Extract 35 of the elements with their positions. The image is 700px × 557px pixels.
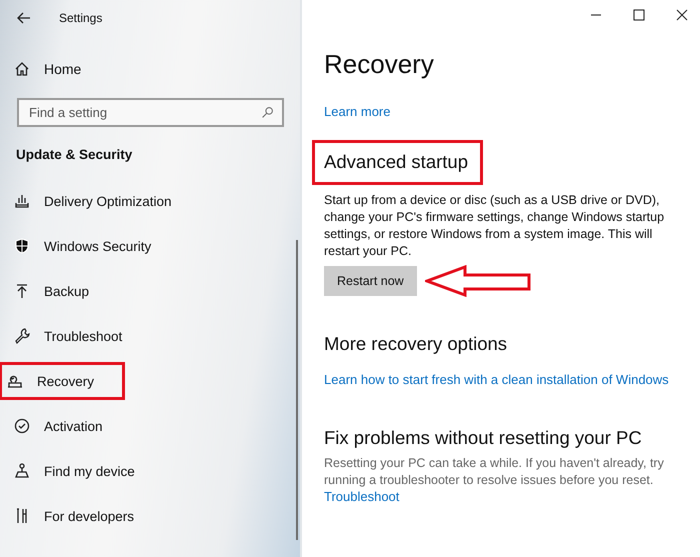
recovery-icon <box>7 373 23 389</box>
section-description: Start up from a device or disc (such as a USB drive or DVD), change your PC's firmware settings, change Windows startup settings, or restore Windows from a system image. This will restart your PC. <box>324 192 666 260</box>
tray-icon <box>14 193 30 209</box>
home-nav-item[interactable]: Home <box>0 53 94 85</box>
search-field[interactable]: Find a setting <box>17 98 284 127</box>
check-circle-icon <box>14 418 30 434</box>
maximize-icon[interactable] <box>633 9 645 21</box>
back-arrow-icon[interactable] <box>16 10 32 26</box>
scrollbar[interactable] <box>296 240 298 540</box>
page-title: Recovery <box>324 49 435 80</box>
sidebar-item[interactable]: Troubleshoot <box>0 320 134 352</box>
shield-icon <box>14 238 30 254</box>
sidebar-item[interactable]: Find my device <box>0 455 147 487</box>
section-heading: Advanced startup <box>315 143 480 182</box>
wrench-icon <box>14 328 30 344</box>
upload-icon <box>14 283 30 299</box>
learn-more-link[interactable]: Learn more <box>324 104 700 119</box>
sidebar-item[interactable]: Recovery <box>2 365 122 397</box>
section-link[interactable]: Troubleshoot <box>324 489 700 504</box>
section-link[interactable]: Learn how to start fresh with a clean installation of Windows <box>324 372 700 387</box>
close-icon[interactable] <box>676 9 688 21</box>
sidebar-item[interactable]: For developers <box>0 500 146 532</box>
sidebar-item[interactable]: Backup <box>0 275 102 307</box>
section-description: Resetting your PC can take a while. If you haven't already, try running a troubleshooter to resolve issues before you reset. <box>324 455 665 489</box>
window-title: Settings <box>59 11 102 25</box>
sidebar-item[interactable]: Activation <box>0 410 115 442</box>
restart-button[interactable]: Restart now <box>324 266 417 296</box>
person-icon <box>14 463 30 479</box>
section-heading: More recovery options <box>324 333 508 355</box>
search-icon <box>261 106 274 119</box>
section-heading: Update & Security <box>15 146 134 164</box>
home-icon <box>14 61 30 77</box>
sidebar-item[interactable]: Windows Security <box>0 230 164 262</box>
section-heading: Fix problems without resetting your PC <box>324 427 642 449</box>
sidebar-item[interactable]: Delivery Optimization <box>0 185 184 217</box>
